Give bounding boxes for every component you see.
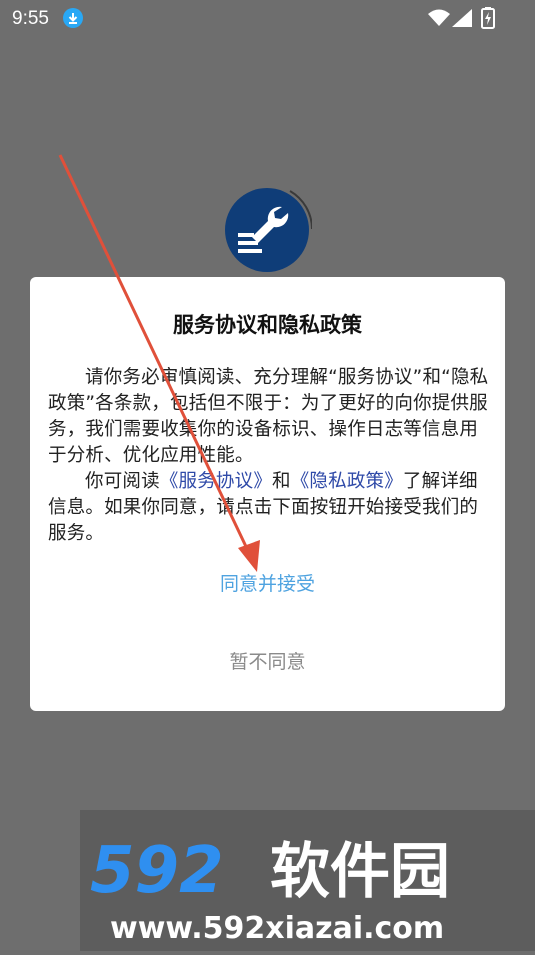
decline-button[interactable]: 暂不同意 xyxy=(30,647,505,674)
para2-and: 和 xyxy=(272,471,291,492)
battery-icon xyxy=(481,7,495,29)
dialog-paragraph-2: 你可阅读《服务协议》和《隐私政策》了解详细信息。如果你同意，请点击下面按钮开始接… xyxy=(48,469,493,547)
app-logo-icon xyxy=(225,188,312,272)
para2-prefix: 你可阅读 xyxy=(85,471,160,492)
dialog-title: 服务协议和隐私政策 xyxy=(173,313,362,337)
status-time: 9:55 xyxy=(12,8,49,29)
svg-text:软件园: 软件园 xyxy=(270,837,450,907)
watermark-logo: 592 软件园 www.592xiazai.com xyxy=(90,834,450,946)
service-agreement-link[interactable]: 《服务协议》 xyxy=(160,471,272,492)
status-bar: 9:55 xyxy=(0,0,535,38)
svg-text:www.592xiazai.com: www.592xiazai.com xyxy=(110,911,444,946)
privacy-dialog: 服务协议和隐私政策 请你务必审慎阅读、充分理解“服务协议”和“隐私政策”各条款，… xyxy=(30,277,505,711)
privacy-policy-link[interactable]: 《隐私政策》 xyxy=(291,471,403,492)
svg-text:592: 592 xyxy=(90,834,224,908)
dialog-paragraph-1: 请你务必审慎阅读、充分理解“服务协议”和“隐私政策”各条款，包括但不限于：为了更… xyxy=(48,367,489,466)
dialog-body: 请你务必审慎阅读、充分理解“服务协议”和“隐私政策”各条款，包括但不限于：为了更… xyxy=(48,365,493,547)
signal-icon xyxy=(452,9,472,27)
watermark: 592 软件园 www.592xiazai.com xyxy=(80,810,535,951)
wifi-icon xyxy=(428,9,450,26)
download-icon xyxy=(63,8,83,28)
agree-button[interactable]: 同意并接受 xyxy=(30,569,505,596)
